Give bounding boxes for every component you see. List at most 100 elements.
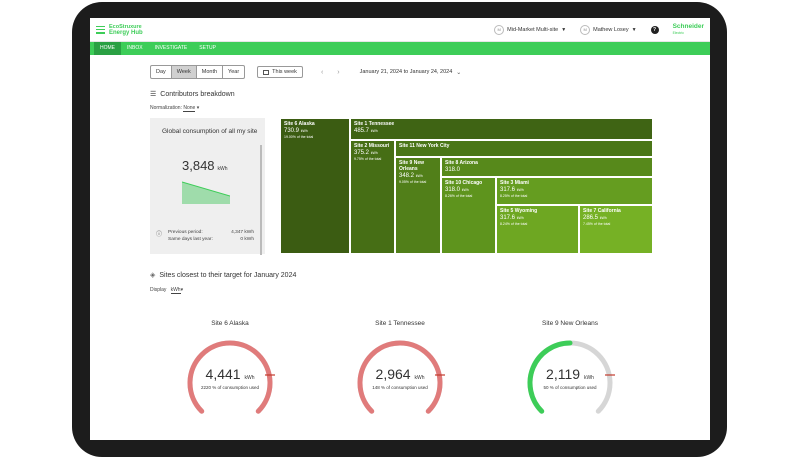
tile-value: 318.0 (445, 167, 461, 173)
tile-unit: kWh (599, 216, 607, 220)
gauge-unit: kWh (583, 375, 594, 381)
breakdown-header: ☰ Contributors breakdown (150, 90, 235, 99)
treemap-tile[interactable]: Site 3 Miami 317.6 kWh 8.25% of the tota… (496, 177, 653, 205)
top-bar: EcoStruxure Energy Hub M Mid-Market Mult… (90, 18, 710, 42)
previous-label: Previous period: (168, 230, 203, 235)
gauge-value-number: 2,119 (546, 366, 581, 382)
tile-value: 286.5 kWh (583, 214, 649, 222)
tile-name: Site 9 New Orleans (399, 160, 425, 172)
tile-value-number: 317.6 (500, 215, 516, 221)
period-selector: Day Week Month Year (150, 65, 246, 79)
tile-value: 348.2 kWh (399, 172, 437, 180)
user-menu[interactable]: M Mathew Losey ▼ (580, 24, 637, 35)
tile-value: 730.9 kWh (284, 127, 346, 135)
nav-inbox[interactable]: INBOX (121, 42, 149, 55)
app-logo[interactable]: EcoStruxure Energy Hub (109, 24, 143, 36)
breakdown-title: Contributors breakdown (160, 90, 235, 98)
treemap-tile[interactable]: Site 2 Missouri 375.2 kWh 9.75% of the t… (350, 140, 395, 254)
nav-home[interactable]: HOME (94, 42, 121, 55)
tile-pct: 8.24% of the total (500, 222, 528, 226)
date-range[interactable]: January 21, 2024 to January 24, 2024 (360, 69, 453, 75)
global-trend-chart (182, 181, 230, 204)
normalization-select[interactable]: None (183, 105, 196, 112)
this-week-button[interactable]: This week (257, 66, 303, 78)
site-selector-label: Mid-Market Multi-site (507, 26, 559, 33)
list-icon: ☰ (150, 91, 157, 98)
global-value: 3,848 kWh (182, 158, 228, 173)
treemap-tile[interactable]: Site 5 Wyoming 317.6 kWh 8.24% of the to… (496, 205, 579, 254)
gauge-1 (357, 340, 445, 414)
treemap-tile[interactable]: Site 11 New York City (395, 140, 653, 157)
global-value-number: 3,848 (182, 158, 215, 173)
main-nav: HOME INBOX INVESTIGATE SETUP (90, 42, 710, 55)
tile-value-number: 375.2 (354, 150, 370, 156)
info-icon[interactable]: ⓘ (156, 232, 162, 239)
tile-pct: 8.25% of the total (500, 194, 528, 198)
tile-value: 485.7 kWh (354, 127, 649, 135)
treemap-tile[interactable]: Site 9 New Orleans 348.2 kWh 9.05% of th… (395, 157, 441, 254)
targets-title: Sites closest to their target for Januar… (159, 271, 297, 279)
tile-pct: 9.75% of the total (354, 157, 382, 161)
gauge-unit: kWh (414, 375, 425, 381)
tile-unit: kWh (415, 174, 423, 178)
tile-value-number: 317.6 (500, 187, 516, 193)
nav-investigate[interactable]: INVESTIGATE (149, 42, 194, 55)
period-year[interactable]: Year (223, 66, 244, 78)
treemap-tile[interactable]: Site 1 Tennessee 485.7 kWh (350, 118, 653, 140)
this-week-label: This week (272, 69, 297, 75)
global-value-unit: kWh (217, 166, 228, 172)
tile-value-number: 485.7 (354, 128, 370, 134)
period-month[interactable]: Month (197, 66, 224, 78)
treemap-tile[interactable]: Site 6 Alaska 730.9 kWh 19.00% of the to… (280, 118, 350, 254)
chevron-down-icon[interactable]: ▾ (195, 105, 200, 111)
gauge-value: 4,441 kWh (175, 366, 285, 382)
brand-logo: Schneider Electric (672, 22, 704, 36)
date-nav-arrows[interactable]: ‹› (321, 69, 354, 76)
chevron-down-icon[interactable]: ▾ (181, 287, 184, 293)
gauge-title: Site 9 New Orleans (542, 320, 598, 327)
previous-value: 4,347 kWh (231, 230, 254, 235)
tile-unit: kWh (461, 188, 469, 192)
tile-value: 318.0 kWh (445, 186, 492, 194)
treemap-tile[interactable]: Site 8 Arizona 318.0 (441, 157, 653, 177)
avatar: M (580, 24, 591, 35)
help-icon[interactable]: ? (650, 25, 659, 34)
tile-pct: 8.26% of the total (445, 194, 473, 198)
gauge-unit: kWh (244, 375, 255, 381)
logo-line1: EcoStruxure (109, 23, 142, 30)
targets-header: ◈ Sites closest to their target for Janu… (150, 271, 297, 280)
treemap-tile[interactable]: Site 10 Chicago 318.0 kWh 8.26% of the t… (441, 177, 496, 254)
tile-pct: 7.45% of the total (583, 222, 611, 226)
brand-name: Schneider (672, 22, 704, 30)
display-select[interactable]: kWh (170, 287, 181, 294)
menu-icon[interactable] (96, 25, 105, 34)
gauge-pct: 2220 % of consumption used (200, 385, 260, 390)
trend-area (182, 182, 230, 204)
period-day[interactable]: Day (151, 66, 172, 78)
gauge-title: Site 1 Tennessee (375, 320, 425, 327)
global-title: Global consumption of all my site (162, 128, 258, 135)
tile-name: Site 11 New York City (399, 143, 450, 149)
global-consumption-card: Global consumption of all my site 3,848 k… (150, 118, 265, 254)
period-week[interactable]: Week (171, 66, 197, 78)
treemap-tile[interactable]: Site 7 California 286.5 kWh 7.45% of the… (579, 205, 653, 254)
period-controls: Day Week Month Year This week ‹› January… (150, 65, 461, 79)
normalization-control: Normalization: None ▾ (150, 105, 200, 112)
gauge-value: 2,964 kWh (345, 366, 455, 382)
same-days-label: Same days last year: (168, 237, 213, 242)
stack-icon: ◈ (150, 272, 156, 279)
display-label: Display (150, 287, 167, 293)
app-screen: EcoStruxure Energy Hub M Mid-Market Mult… (90, 18, 710, 440)
same-days-value: 0 kWh (240, 237, 254, 242)
nav-setup[interactable]: SETUP (193, 42, 222, 55)
gauge-value-number: 2,964 (375, 366, 411, 382)
user-name: Mathew Losey (593, 26, 629, 33)
gauge-2 (527, 340, 615, 414)
chevron-down-icon[interactable]: ⌄ (456, 69, 461, 76)
tile-value: 317.6 kWh (500, 186, 649, 194)
normalization-label: Normalization: (150, 105, 182, 111)
tile-value: 375.2 kWh (354, 149, 391, 157)
tile-unit: kWh (370, 151, 378, 155)
logo-line2: Energy Hub (109, 29, 143, 36)
site-selector[interactable]: M Mid-Market Multi-site ▼ (494, 24, 566, 35)
